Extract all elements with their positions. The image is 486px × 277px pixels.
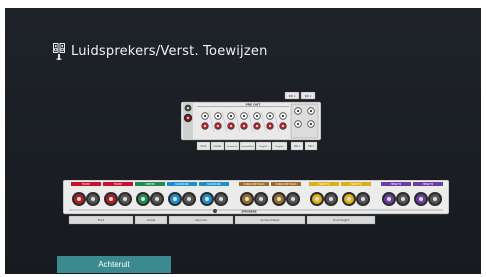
channel-label-surround-back: Surround Back (241, 145, 253, 148)
speakers-label: SPEAKERS (241, 210, 256, 214)
page-title: Luidsprekers/Verst. Toewijzen (71, 44, 268, 59)
group-label-surround-back: Surround Back (261, 218, 280, 222)
channel-label-front: Front (201, 145, 207, 148)
group-label-front-height: Front Height (333, 218, 349, 222)
channel-label-height1: Height1 (259, 145, 268, 148)
channel-label-sw2: SW 2 (308, 145, 314, 148)
channel-label-surround: Surround (227, 145, 237, 148)
sw1-label: SW 1 (289, 94, 296, 98)
pre-out-heading: PRE OUT (246, 103, 262, 107)
sw2-label: SW 2 (305, 94, 312, 98)
terminal-label: SURROUND BACK (275, 183, 297, 186)
terminal-label: HEIGHT2 (391, 183, 402, 186)
speaker-terminals (72, 192, 442, 206)
speakers-panel: FRONT FRONT CENTER SURROUND SURROUND SUR… (63, 180, 449, 225)
group-label-center: Center (147, 218, 157, 222)
back-button[interactable]: Achteruit (57, 256, 171, 273)
terminal-label: FRONT (82, 183, 91, 186)
header: Luidsprekers/Verst. Toewijzen (53, 43, 268, 60)
screen: Luidsprekers/Verst. Toewijzen SW 1 SW 2 … (5, 8, 481, 274)
pre-out-channel-labels: Front Center Surround Surround Back Heig… (196, 141, 318, 151)
terminal-label: CENTER (145, 183, 155, 186)
terminal-label: SURROUND (175, 183, 189, 186)
terminal-label: SURROUND BACK (243, 183, 265, 186)
pre-out-panel: SW 1 SW 2 PRE OUT Front Center Surround … (181, 92, 321, 151)
group-label-front: Front (98, 218, 105, 222)
terminal-label: FRONT (114, 183, 123, 186)
terminal-label: HEIGHT2 (423, 183, 434, 186)
channel-label-center: Center (214, 145, 222, 148)
terminal-label: SURROUND (207, 183, 221, 186)
speaker-icon (53, 43, 65, 60)
channel-label-sw1: SW 1 (294, 145, 300, 148)
channel-label-height2: Height2 (275, 145, 284, 148)
terminal-label: HEIGHT1 (319, 183, 330, 186)
group-label-surround: Surround (195, 218, 207, 222)
speaker-group-labels: Front Center Surround Surround Back Fron… (68, 215, 376, 225)
terminal-label: HEIGHT1 (351, 183, 362, 186)
